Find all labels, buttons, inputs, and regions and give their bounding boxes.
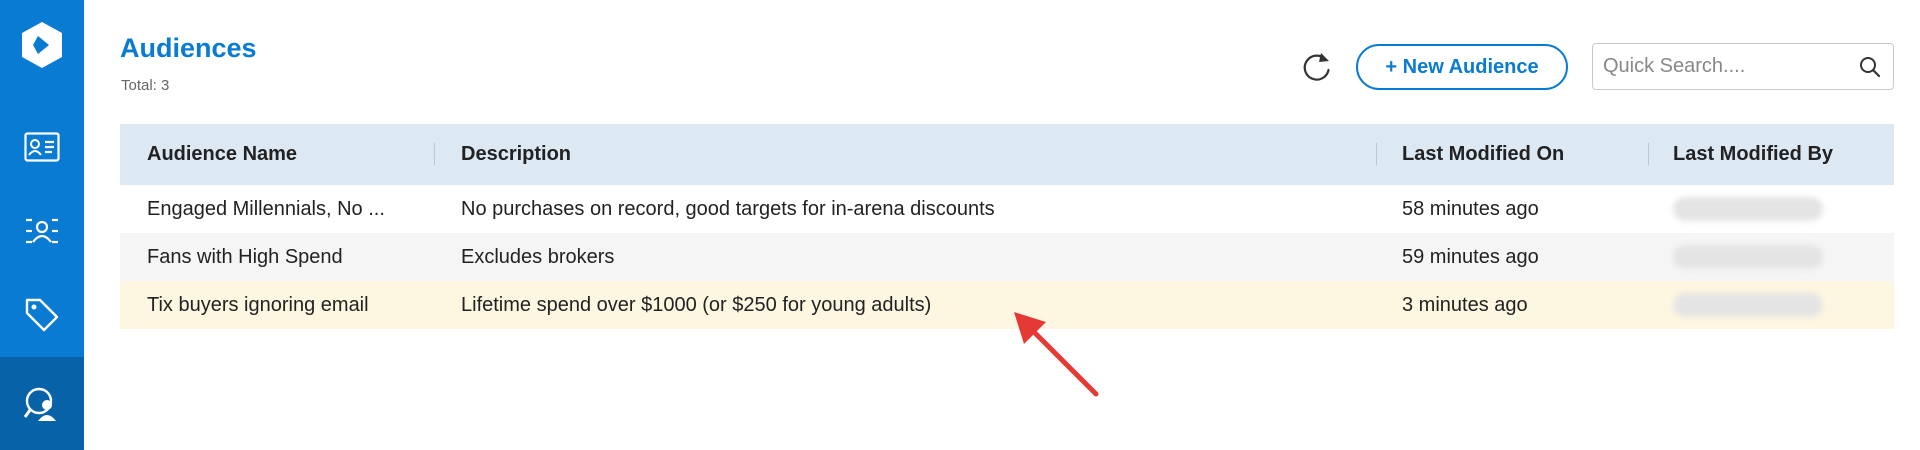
description-cell: Excludes brokers: [461, 245, 615, 268]
audience-name-cell[interactable]: Engaged Millennials, No ...: [147, 185, 427, 233]
modified-by-redacted: [1673, 293, 1823, 317]
modified-by-redacted: [1673, 245, 1823, 269]
contact-card-icon: [24, 132, 60, 162]
modified-on-cell: 59 minutes ago: [1402, 245, 1539, 268]
column-divider[interactable]: [434, 143, 435, 165]
table-header: Audience Name Description Last Modified …: [120, 124, 1894, 185]
tag-icon: [25, 298, 59, 332]
description-cell: No purchases on record, good targets for…: [461, 197, 995, 220]
search-input[interactable]: [1603, 44, 1853, 89]
column-divider[interactable]: [1376, 143, 1377, 165]
sidebar-item-segments[interactable]: [0, 189, 84, 273]
modified-by-redacted: [1673, 197, 1823, 221]
people-network-icon: [26, 218, 58, 244]
search-icon[interactable]: [1859, 56, 1881, 78]
table-row[interactable]: Engaged Millennials, No ... No purchases…: [120, 185, 1894, 233]
sidebar-item-contacts[interactable]: [0, 105, 84, 189]
column-divider[interactable]: [1648, 143, 1649, 165]
app-logo[interactable]: [0, 0, 84, 90]
description-cell: Lifetime spend over $1000 (or $250 for y…: [461, 293, 932, 316]
quick-search: [1592, 43, 1894, 90]
audience-name-cell[interactable]: Fans with High Spend: [147, 233, 427, 281]
table-row[interactable]: Fans with High Spend Excludes brokers 59…: [120, 233, 1894, 281]
new-audience-button[interactable]: + New Audience: [1356, 44, 1568, 90]
page-title: Audiences: [120, 33, 257, 63]
sidebar-item-tags[interactable]: [0, 273, 84, 357]
column-header-last-modified-by[interactable]: Last Modified By: [1673, 124, 1883, 185]
column-header-audience-name[interactable]: Audience Name: [147, 124, 427, 185]
sidebar: [0, 0, 84, 450]
modified-on-cell: 3 minutes ago: [1402, 293, 1528, 316]
audience-search-icon: [23, 387, 56, 421]
total-count: Total: 3: [121, 77, 170, 94]
audience-name-cell[interactable]: Tix buyers ignoring email: [147, 281, 427, 329]
column-header-last-modified-on[interactable]: Last Modified On: [1402, 124, 1632, 185]
sidebar-item-audiences[interactable]: [0, 357, 84, 450]
app-logo-icon: [22, 22, 62, 68]
modified-on-cell: 58 minutes ago: [1402, 197, 1539, 220]
refresh-icon: [1303, 53, 1330, 81]
column-header-description[interactable]: Description: [461, 124, 1361, 185]
audiences-table: Audience Name Description Last Modified …: [120, 124, 1894, 329]
table-row[interactable]: Tix buyers ignoring email Lifetime spend…: [120, 281, 1894, 329]
refresh-button[interactable]: [1302, 50, 1332, 84]
